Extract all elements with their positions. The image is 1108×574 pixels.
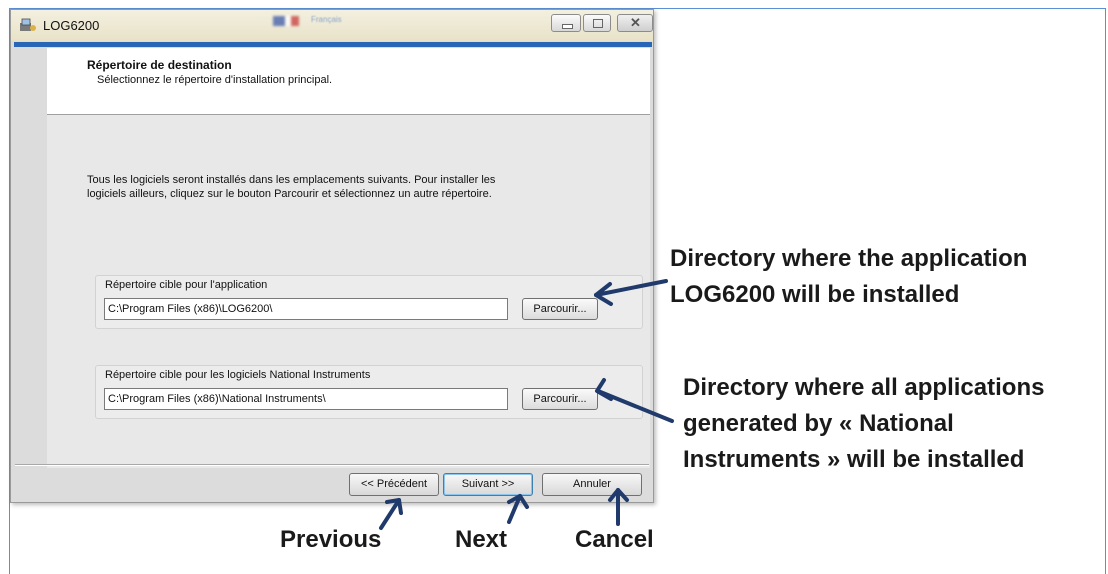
app-directory-annotation-line-2: LOG6200 will be installed <box>670 281 960 308</box>
page-subtitle: Sélectionnez le répertoire d'installatio… <box>97 74 333 86</box>
next-annotation: Next <box>455 526 508 553</box>
next-button[interactable]: Suivant >> <box>443 473 533 496</box>
app-directory-label: Répertoire cible pour l'application <box>105 279 268 291</box>
language-label: Français <box>311 15 342 24</box>
ni-directory-annotation-line-3: Instruments » will be installed <box>683 446 1025 473</box>
previous-button[interactable]: << Précédent <box>349 473 439 496</box>
app-directory-annotation: Directory where the application LOG6200 … <box>670 241 1027 313</box>
app-directory-annotation-line-1: Directory where the application <box>670 245 1028 272</box>
header-panel: Répertoire de destination Sélectionnez l… <box>47 48 650 114</box>
ni-directory-annotation-line-1: Directory where all applications <box>683 374 1045 401</box>
footer-divider-highlight <box>15 465 649 466</box>
ni-directory-label: Répertoire cible pour les logiciels Nati… <box>105 369 371 381</box>
close-button[interactable]: ✕ <box>617 14 653 32</box>
maximize-button[interactable] <box>583 14 611 32</box>
ni-directory-input[interactable] <box>104 388 508 410</box>
installer-app-icon <box>20 18 36 31</box>
window-title: LOG6200 <box>43 18 100 33</box>
close-icon: ✕ <box>630 15 641 30</box>
minimize-button[interactable] <box>551 14 581 32</box>
cancel-annotation: Cancel <box>575 526 654 553</box>
content-panel: Tous les logiciels seront installés dans… <box>47 115 650 468</box>
installer-window: LOG6200 Français ✕ Répertoire de destina… <box>10 9 654 503</box>
ni-directory-browse-button[interactable]: Parcourir... <box>522 388 598 410</box>
intro-text: Tous les logiciels seront installés dans… <box>87 173 537 201</box>
app-directory-input[interactable] <box>104 298 508 320</box>
app-directory-group: Répertoire cible pour l'application Parc… <box>95 275 643 329</box>
cancel-button[interactable]: Annuler <box>542 473 642 496</box>
ni-directory-annotation: Directory where all applications generat… <box>683 370 1044 478</box>
intro-line-1: Tous les logiciels seront installés dans… <box>87 174 496 186</box>
intro-line-2: logiciels ailleurs, cliquez sur le bouto… <box>87 188 492 200</box>
page-title: Répertoire de destination <box>87 58 232 72</box>
title-bar[interactable]: LOG6200 Français ✕ <box>11 10 653 41</box>
ni-directory-group: Répertoire cible pour les logiciels Nati… <box>95 365 643 419</box>
previous-annotation: Previous <box>280 526 382 553</box>
app-directory-browse-button[interactable]: Parcourir... <box>522 298 598 320</box>
accent-bar <box>14 42 652 47</box>
ni-directory-annotation-line-2: generated by « National <box>683 410 954 437</box>
